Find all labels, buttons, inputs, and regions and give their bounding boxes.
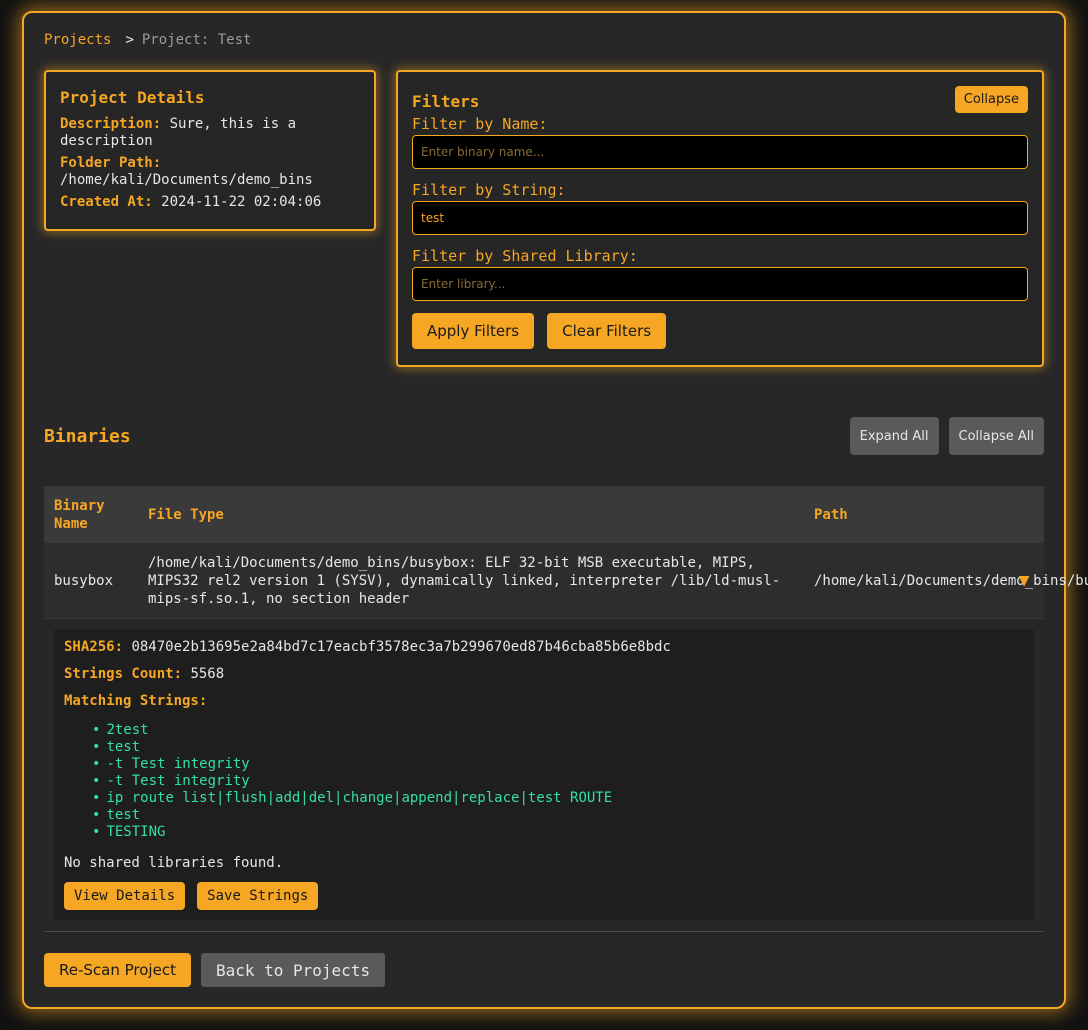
list-item: ip route list|flush|add|del|change|appen… bbox=[92, 790, 1024, 807]
view-details-button[interactable]: View Details bbox=[64, 882, 186, 910]
description-label: Description: bbox=[60, 116, 162, 132]
binary-details-panel: SHA256: 08470e2b13695e2a84bd7c17eacbf357… bbox=[54, 629, 1034, 920]
filter-name-label: Filter by Name: bbox=[412, 115, 548, 133]
clear-filters-button[interactable]: Clear Filters bbox=[547, 313, 667, 349]
collapse-filters-button[interactable]: Collapse bbox=[954, 86, 1028, 113]
row-path: /home/kali/Documents/demo_bins/busybox bbox=[814, 572, 1088, 589]
strings-count-label: Strings Count: bbox=[64, 666, 183, 682]
breadcrumb-current: Project: Test bbox=[141, 32, 252, 48]
divider bbox=[44, 931, 1044, 932]
sha256-row: SHA256: 08470e2b13695e2a84bd7c17eacbf357… bbox=[64, 639, 1024, 656]
filter-string-label: Filter by String: bbox=[412, 181, 566, 199]
matching-strings-list: 2test test -t Test integrity -t Test int… bbox=[64, 722, 1024, 841]
header-file-type: File Type bbox=[148, 506, 224, 523]
description-row: Description: Sure, this is a description bbox=[60, 116, 360, 150]
sha256-value: 08470e2b13695e2a84bd7c17eacbf3578ec3a7b2… bbox=[131, 639, 671, 655]
header-path: Path bbox=[814, 506, 848, 523]
project-details-card: Project Details Description: Sure, this … bbox=[44, 70, 376, 231]
filter-string-input[interactable] bbox=[412, 201, 1028, 235]
save-strings-button[interactable]: Save Strings bbox=[197, 882, 319, 910]
list-item: TESTING bbox=[92, 824, 1024, 841]
created-at-value: 2024-11-22 02:04:06 bbox=[161, 194, 322, 210]
filter-library-input[interactable] bbox=[412, 267, 1028, 301]
folder-path-row: Folder Path: /home/kali/Documents/demo_b… bbox=[60, 155, 360, 189]
filter-name-input[interactable] bbox=[412, 135, 1028, 169]
filters-title: Filters bbox=[412, 92, 480, 111]
row-file-type: /home/kali/Documents/demo_bins/busybox: … bbox=[148, 554, 781, 607]
expand-all-button[interactable]: Expand All bbox=[849, 417, 939, 455]
expand-toggle-icon[interactable]: ▼ bbox=[1004, 571, 1044, 590]
matching-strings-label: Matching Strings: bbox=[64, 693, 208, 709]
back-to-projects-button[interactable]: Back to Projects bbox=[200, 953, 386, 987]
apply-filters-button[interactable]: Apply Filters bbox=[412, 313, 535, 349]
collapse-all-button[interactable]: Collapse All bbox=[948, 417, 1044, 455]
list-item: 2test bbox=[92, 722, 1024, 739]
list-item: test bbox=[92, 739, 1024, 756]
footer-actions: Re-Scan Project Back to Projects bbox=[44, 953, 386, 987]
created-at-row: Created At: 2024-11-22 02:04:06 bbox=[60, 194, 360, 211]
binaries-table: Binary Name File Type Path busybox /home… bbox=[44, 486, 1088, 619]
table-row[interactable]: busybox /home/kali/Documents/demo_bins/b… bbox=[44, 543, 1088, 619]
breadcrumb-projects-link[interactable]: Projects bbox=[44, 32, 111, 48]
rescan-project-button[interactable]: Re-Scan Project bbox=[44, 953, 191, 987]
list-item: -t Test integrity bbox=[92, 756, 1024, 773]
table-header: Binary Name File Type Path bbox=[44, 486, 1044, 543]
list-item: test bbox=[92, 807, 1024, 824]
created-at-label: Created At: bbox=[60, 194, 153, 210]
breadcrumb: Projects > Project: Test bbox=[44, 32, 251, 48]
binary-actions: View Details Save Strings bbox=[64, 882, 1024, 910]
list-item: -t Test integrity bbox=[92, 773, 1024, 790]
breadcrumb-separator: > bbox=[125, 32, 134, 48]
binaries-title: Binaries bbox=[44, 426, 131, 447]
header-binary-name: Binary Name bbox=[54, 497, 105, 532]
project-details-title: Project Details bbox=[60, 88, 205, 107]
sha256-label: SHA256: bbox=[64, 639, 124, 655]
filter-actions: Apply Filters Clear Filters bbox=[412, 313, 1028, 349]
strings-count-value: 5568 bbox=[190, 666, 225, 682]
binaries-actions: Expand All Collapse All bbox=[849, 417, 1044, 455]
filters-card: Filters Collapse Filter by Name: Filter … bbox=[396, 70, 1044, 367]
strings-count-row: Strings Count: 5568 bbox=[64, 666, 1024, 683]
row-binary-name: busybox bbox=[54, 572, 114, 589]
folder-path-label: Folder Path: bbox=[60, 155, 162, 171]
filter-library-label: Filter by Shared Library: bbox=[412, 247, 638, 265]
no-shared-libraries-text: No shared libraries found. bbox=[64, 855, 284, 871]
folder-path-value: /home/kali/Documents/demo_bins bbox=[60, 172, 313, 188]
